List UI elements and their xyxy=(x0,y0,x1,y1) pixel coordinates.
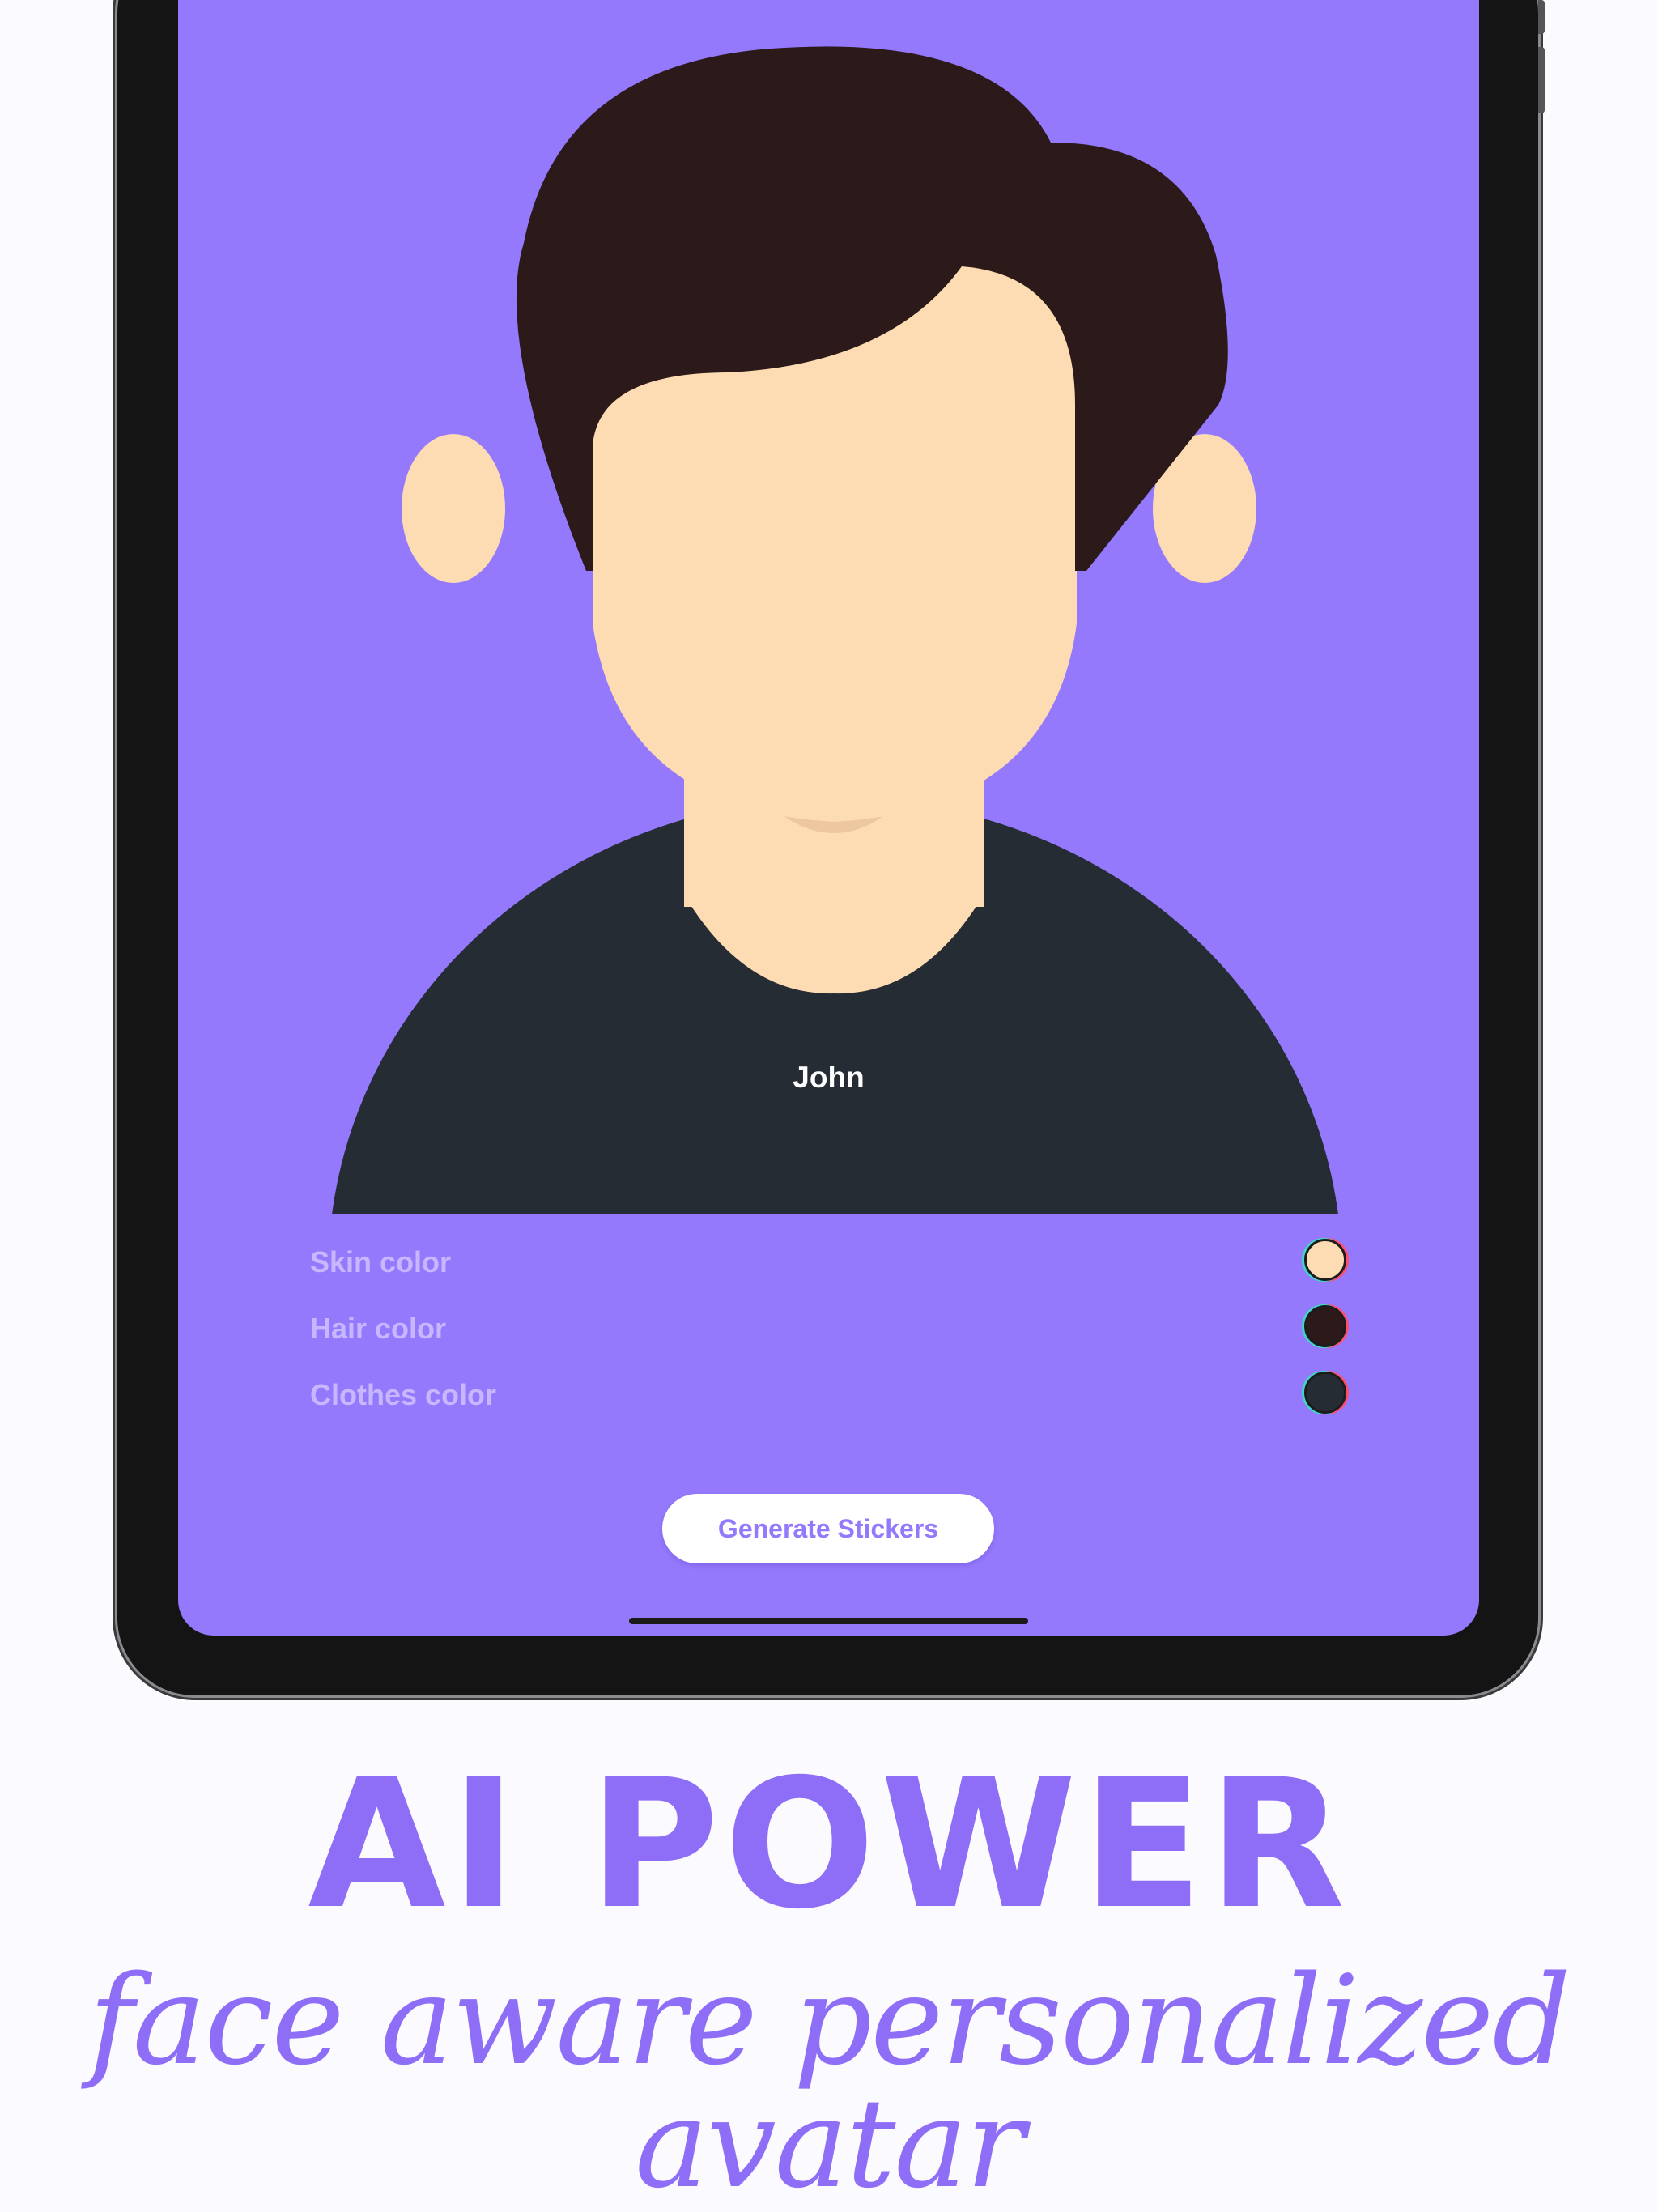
clothes-color-option[interactable]: Clothes color xyxy=(310,1372,1346,1420)
hair-color-label: Hair color xyxy=(310,1312,447,1345)
promo-headline: AI POWER xyxy=(308,1741,1350,1948)
app-store-screenshot: John Skin color Hair color Clothes color… xyxy=(0,0,1658,2212)
generate-stickers-button[interactable]: Generate Stickers xyxy=(662,1494,994,1563)
promo-tagline: face aware personalized avatar xyxy=(88,1949,1571,2212)
skin-color-label: Skin color xyxy=(310,1245,452,1278)
avatar-name: John xyxy=(793,1061,865,1094)
avatar-left-ear xyxy=(402,434,505,583)
volume-button xyxy=(1538,0,1545,34)
power-button xyxy=(1538,47,1545,113)
skin-color-swatch[interactable] xyxy=(1304,1239,1346,1281)
skin-color-option[interactable]: Skin color xyxy=(310,1239,1346,1287)
avatar-illustration xyxy=(332,46,1338,1214)
home-indicator[interactable] xyxy=(629,1618,1028,1624)
clothes-color-label: Clothes color xyxy=(310,1378,497,1411)
hair-color-swatch[interactable] xyxy=(1304,1305,1346,1347)
hair-color-option[interactable]: Hair color xyxy=(310,1305,1346,1354)
clothes-color-swatch[interactable] xyxy=(1304,1372,1346,1414)
app-screen: John Skin color Hair color Clothes color… xyxy=(178,0,1479,1636)
